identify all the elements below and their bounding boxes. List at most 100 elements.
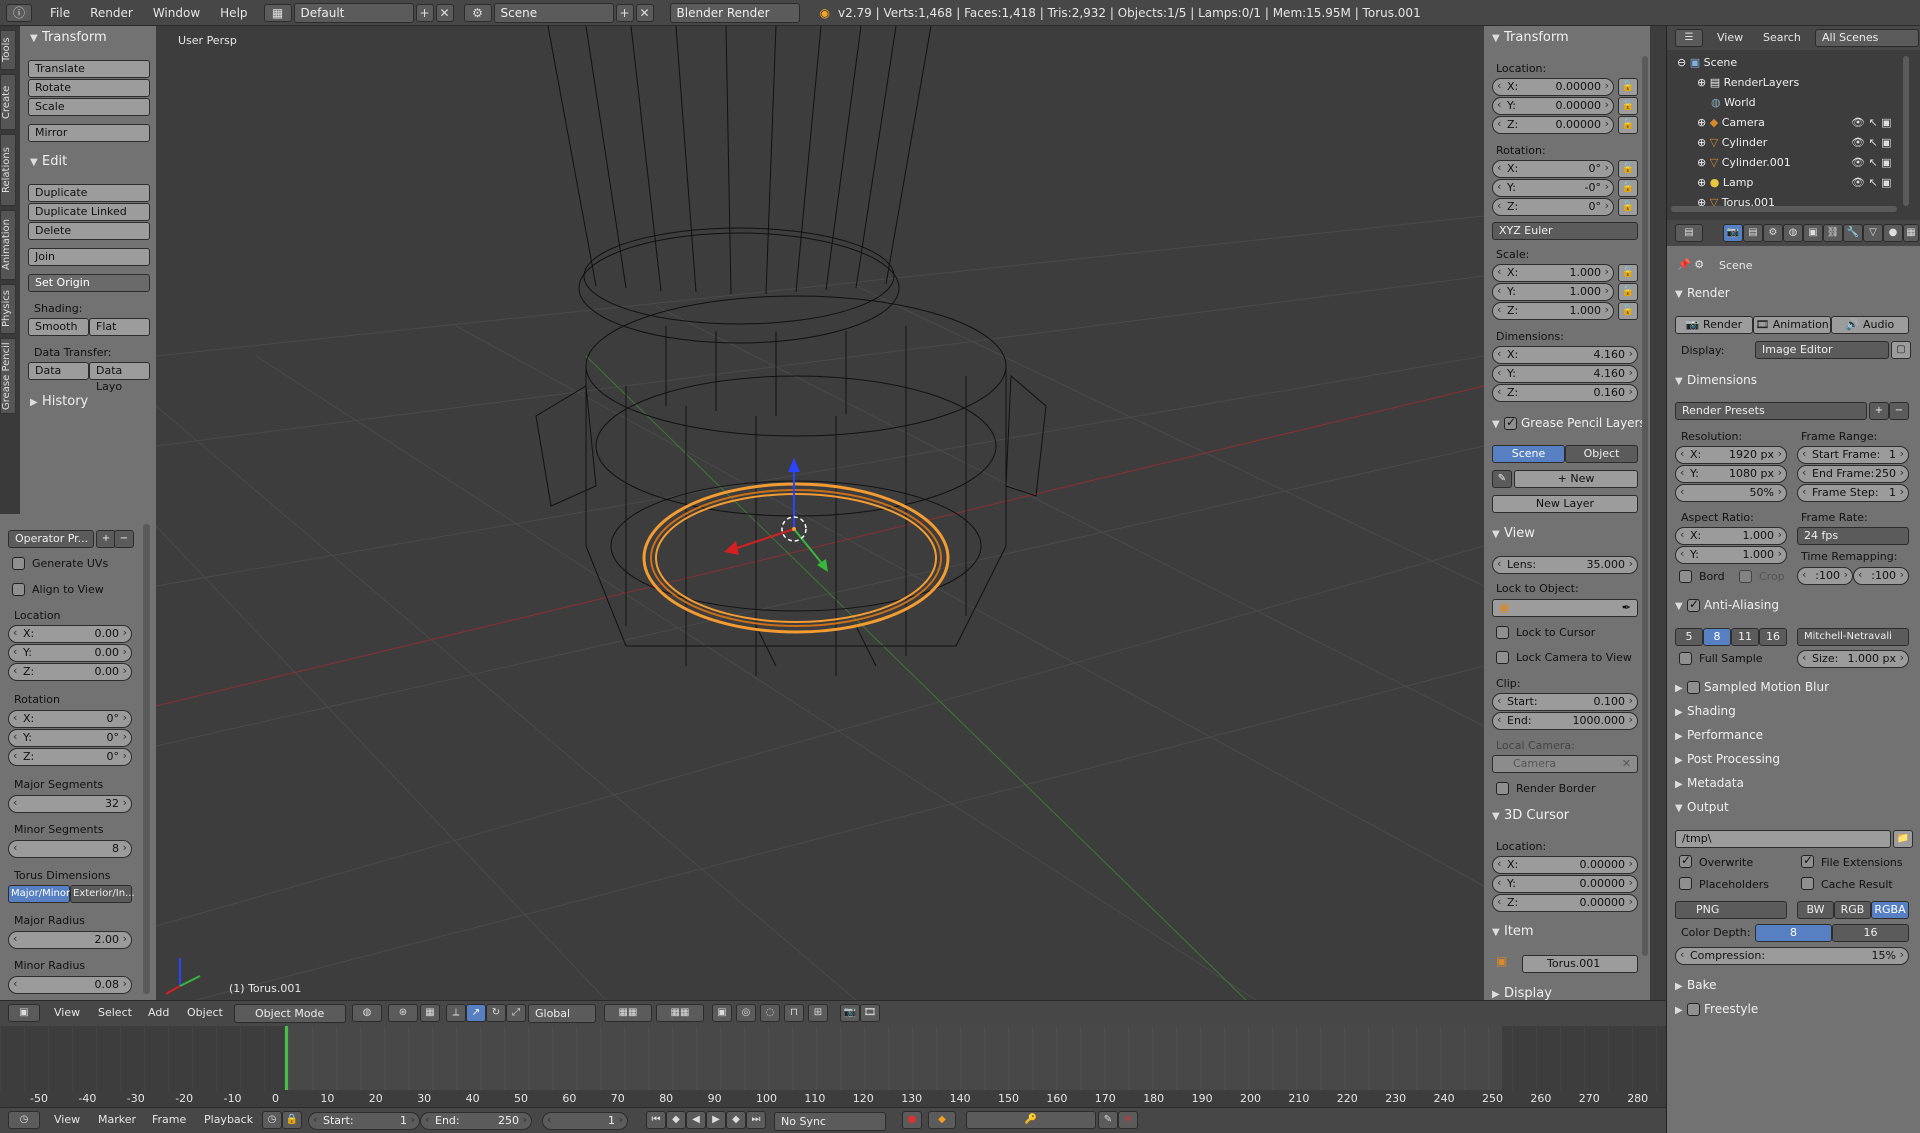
n-dim-x[interactable]: X:4.160 bbox=[1492, 346, 1638, 364]
history-section[interactable]: ▶ History bbox=[30, 394, 88, 409]
constraints-tab-icon[interactable]: ⛓ bbox=[1823, 224, 1843, 242]
timeline-view-menu[interactable]: View bbox=[54, 1113, 80, 1126]
timeline-start-field[interactable]: Start:1 bbox=[308, 1112, 420, 1130]
shading-mode-icon[interactable]: ◍ bbox=[352, 1004, 382, 1022]
outliner-search-menu[interactable]: Search bbox=[1763, 31, 1801, 44]
align-view-checkbox[interactable] bbox=[12, 583, 25, 596]
n-scale-y[interactable]: Y:1.000 bbox=[1492, 283, 1614, 301]
tab-create[interactable]: Create bbox=[0, 74, 16, 130]
render-presets-select[interactable]: Render Presets bbox=[1675, 402, 1867, 420]
transform-section[interactable]: ▼ Transform bbox=[30, 30, 107, 45]
major-minor-button[interactable]: Major/Minor bbox=[8, 885, 70, 903]
outliner-item-lamp[interactable]: ⊕ ● Lamp bbox=[1697, 176, 1753, 189]
n-rot-x[interactable]: X:0° bbox=[1492, 160, 1614, 178]
layout-field[interactable]: Default bbox=[293, 2, 414, 23]
aa-5-button[interactable]: 5 bbox=[1675, 628, 1703, 646]
motion-blur-checkbox[interactable] bbox=[1687, 681, 1700, 694]
add-menu[interactable]: Add bbox=[148, 1006, 169, 1019]
lock-scale-z-icon[interactable]: 🔓 bbox=[1618, 302, 1638, 320]
compression-slider[interactable]: Compression:15% bbox=[1675, 947, 1909, 965]
data-tab-icon[interactable]: ▽ bbox=[1863, 224, 1883, 242]
cache-result-checkbox[interactable] bbox=[1801, 877, 1814, 890]
output-path-field[interactable]: /tmp\ bbox=[1675, 830, 1891, 848]
remove-render-preset-icon[interactable]: − bbox=[1889, 402, 1909, 420]
current-frame-indicator[interactable] bbox=[285, 1026, 288, 1090]
end-frame-field[interactable]: End Frame:250 bbox=[1797, 465, 1909, 483]
depth-16-button[interactable]: 16 bbox=[1832, 924, 1909, 942]
object-tab-icon[interactable]: ▣ bbox=[1803, 224, 1823, 242]
aa-8-button[interactable]: 8 bbox=[1703, 628, 1731, 646]
pin-icon[interactable]: 📌 ⚙ bbox=[1677, 258, 1704, 271]
tab-grease-pencil[interactable]: Grease Pencil bbox=[0, 338, 16, 414]
render-border-checkbox[interactable] bbox=[1496, 782, 1509, 795]
render-tab-icon[interactable]: 📷 bbox=[1723, 224, 1743, 242]
post-processing-section[interactable]: ▶ Post Processing bbox=[1675, 752, 1780, 766]
overwrite-checkbox[interactable] bbox=[1679, 853, 1692, 868]
filter-size-field[interactable]: Size:1.000 px bbox=[1797, 650, 1909, 668]
item-name-field[interactable]: Torus.001 bbox=[1522, 955, 1638, 973]
render-engine-select[interactable]: Blender Render bbox=[669, 2, 800, 23]
rotate-manipulator-icon[interactable]: ↻ bbox=[486, 1004, 506, 1022]
menu-file[interactable]: File bbox=[40, 6, 80, 20]
outliner-item-cylinder[interactable]: ⊕ ▽ Cylinder bbox=[1697, 136, 1767, 149]
edit-section[interactable]: ▼ Edit bbox=[30, 154, 67, 169]
proportional-edit-icon[interactable]: ◎ bbox=[736, 1004, 756, 1022]
major-segments-field[interactable]: 32 bbox=[8, 795, 132, 813]
remove-layout-icon[interactable]: ✕ bbox=[435, 3, 454, 22]
gp-new-button[interactable]: + New bbox=[1514, 470, 1638, 488]
gp-object-button[interactable]: Object bbox=[1565, 445, 1638, 463]
outliner-editor-icon[interactable]: ☰ bbox=[1675, 29, 1703, 47]
remap-old-field[interactable]: :100 bbox=[1797, 567, 1853, 585]
aa-section[interactable]: ▼Anti-Aliasing bbox=[1675, 597, 1779, 612]
sync-select[interactable]: No Sync bbox=[774, 1112, 886, 1131]
generate-uvs-checkbox[interactable] bbox=[12, 557, 25, 570]
grease-pencil-section[interactable]: ▼Grease Pencil Layers bbox=[1492, 415, 1646, 430]
operator-scrollbar[interactable] bbox=[143, 524, 150, 994]
viewport[interactable]: User Persp (1) Torus.001 bbox=[156, 26, 1484, 1000]
falloff-icon[interactable]: ◌ bbox=[760, 1004, 780, 1022]
tab-relations[interactable]: Relations bbox=[0, 134, 16, 206]
outliner-vscrollbar[interactable] bbox=[1903, 56, 1909, 206]
visibility-icons[interactable]: 👁 ↖ ▣ bbox=[1851, 156, 1892, 169]
outliner-view-menu[interactable]: View bbox=[1717, 31, 1743, 44]
marker-menu[interactable]: Marker bbox=[98, 1113, 136, 1126]
menu-window[interactable]: Window bbox=[143, 6, 210, 20]
res-y-field[interactable]: Y:1080 px bbox=[1675, 465, 1787, 483]
cursor-z[interactable]: Z:0.00000 bbox=[1492, 894, 1638, 912]
translate-button[interactable]: Translate bbox=[28, 60, 150, 78]
res-percent-slider[interactable]: 50% bbox=[1675, 484, 1787, 502]
lock-loc-y-icon[interactable]: 🔓 bbox=[1618, 97, 1638, 115]
add-preset-icon[interactable]: + bbox=[96, 530, 116, 548]
scale-button[interactable]: Scale bbox=[28, 98, 150, 116]
lock-scale-x-icon[interactable]: 🔓 bbox=[1618, 264, 1638, 282]
snap-element-icon[interactable]: ▦ bbox=[420, 1004, 440, 1022]
tab-tools[interactable]: Tools bbox=[0, 30, 16, 70]
play-icon[interactable]: ▶ bbox=[706, 1111, 726, 1129]
minor-radius-field[interactable]: 0.08 bbox=[8, 976, 132, 994]
orientation-select[interactable]: Global bbox=[528, 1004, 596, 1023]
loc-z-field[interactable]: Z:0.00 bbox=[8, 663, 132, 681]
rgba-button[interactable]: RGBA bbox=[1871, 901, 1909, 919]
texture-tab-icon[interactable]: ▦ bbox=[1903, 224, 1919, 242]
add-scene-icon[interactable]: + bbox=[615, 3, 634, 22]
timeline-editor-icon[interactable]: ◷ bbox=[8, 1111, 40, 1129]
editor-type-icon[interactable]: ▣ bbox=[8, 1004, 40, 1022]
n-transform-section[interactable]: ▼ Transform bbox=[1492, 30, 1569, 45]
bake-section[interactable]: ▶ Bake bbox=[1675, 978, 1717, 992]
placeholders-checkbox[interactable] bbox=[1679, 877, 1692, 890]
layers-2-icon[interactable]: ▦▦ bbox=[656, 1004, 704, 1022]
cursor-y[interactable]: Y:0.00000 bbox=[1492, 875, 1638, 893]
major-radius-field[interactable]: 2.00 bbox=[8, 931, 132, 949]
delete-button[interactable]: Delete bbox=[28, 222, 150, 240]
mirror-button[interactable]: Mirror bbox=[28, 124, 150, 142]
remove-preset-icon[interactable]: − bbox=[114, 530, 134, 548]
folder-icon[interactable]: 📁 bbox=[1893, 830, 1913, 848]
crop-checkbox[interactable] bbox=[1739, 570, 1752, 583]
insert-key-icon[interactable]: ✎ bbox=[1098, 1111, 1118, 1129]
clip-start-field[interactable]: Start:0.100 bbox=[1492, 693, 1638, 711]
layer-lock-icon[interactable]: ▣ bbox=[712, 1004, 732, 1022]
set-origin-select[interactable]: Set Origin bbox=[28, 274, 150, 292]
view-section[interactable]: ▼ View bbox=[1492, 526, 1535, 541]
outliner-filter-select[interactable]: All Scenes bbox=[1815, 29, 1919, 47]
local-camera-field[interactable]: Camera ✕ bbox=[1492, 755, 1638, 773]
